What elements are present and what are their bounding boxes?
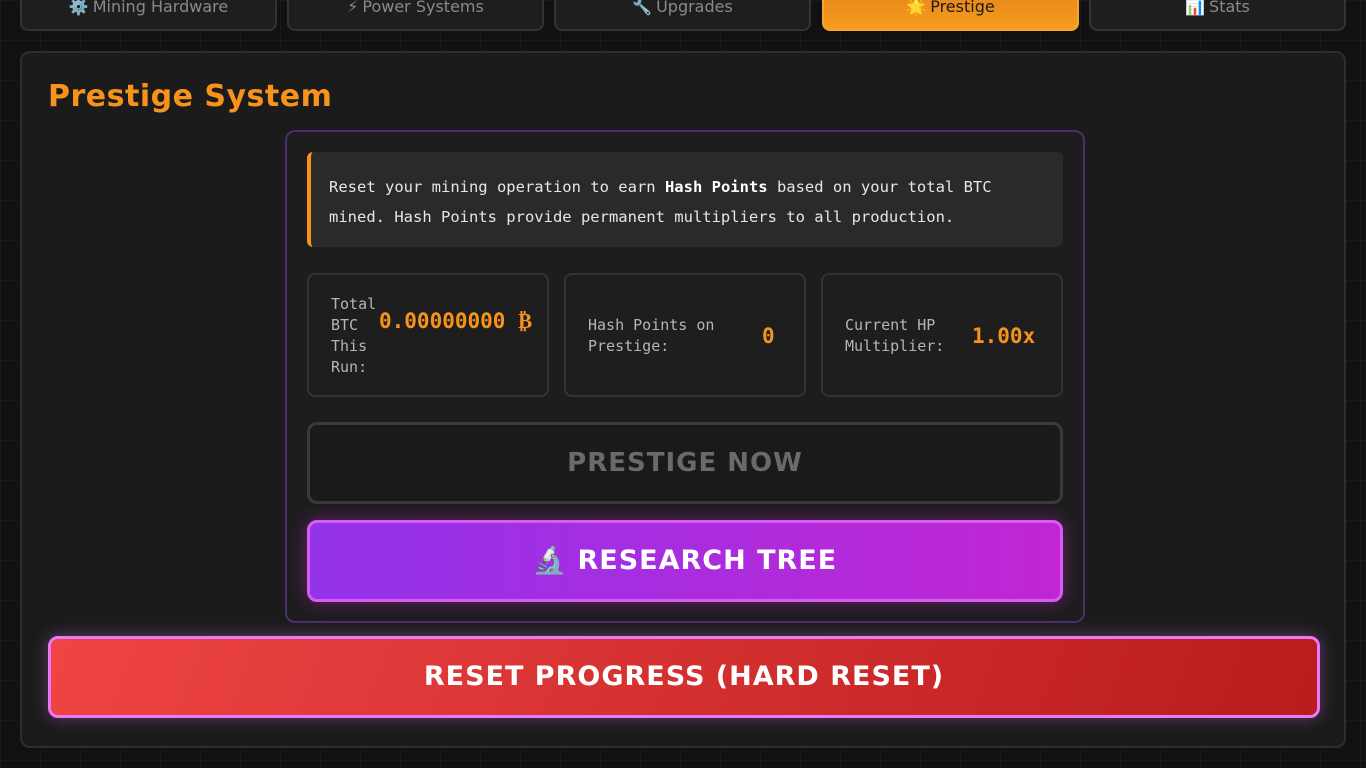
tab-label: Stats	[1209, 0, 1250, 16]
gear-icon: ⚙️	[68, 0, 89, 16]
prestige-box: Reset your mining operation to earn Hash…	[285, 130, 1085, 623]
stat-total-btc: Total BTC This Run: 0.00000000 ₿	[307, 273, 549, 397]
tab-upgrades[interactable]: 🔧 Upgrades	[554, 0, 811, 31]
stat-hash-points: Hash Points on Prestige: 0	[564, 273, 806, 397]
hard-reset-button[interactable]: RESET PROGRESS (HARD RESET)	[48, 636, 1320, 718]
stat-value: 0.00000000 ₿	[379, 309, 533, 333]
tab-label: Prestige	[930, 0, 995, 16]
research-tree-button[interactable]: 🔬 RESEARCH TREE	[307, 520, 1063, 602]
prestige-now-button[interactable]: PRESTIGE NOW	[307, 422, 1063, 504]
stat-value: 0	[762, 324, 775, 348]
page-title: Prestige System	[48, 79, 333, 114]
stat-label: Hash Points on Prestige:	[588, 316, 715, 355]
tab-label: Upgrades	[656, 0, 733, 16]
wrench-icon: 🔧	[632, 0, 653, 16]
tab-stats[interactable]: 📊 Stats	[1089, 0, 1346, 31]
stat-label: Current HP Multiplier:	[845, 316, 945, 355]
tab-bar: ⚙️ Mining Hardware ⚡ Power Systems 🔧 Upgrad…	[20, 0, 1346, 31]
microscope-icon: 🔬	[532, 545, 568, 576]
lightning-icon: ⚡	[347, 0, 359, 16]
stat-value: 1.00x	[972, 324, 1036, 348]
tab-power-systems[interactable]: ⚡ Power Systems	[287, 0, 544, 31]
tab-prestige[interactable]: 🌟 Prestige	[822, 0, 1079, 31]
stat-hp-multiplier: Current HP Multiplier: 1.00x	[821, 273, 1063, 397]
tab-label: Power Systems	[362, 0, 484, 16]
bar-chart-icon: 📊	[1185, 0, 1206, 16]
research-tree-label: RESEARCH TREE	[577, 545, 838, 576]
stat-label: Total BTC This Run:	[331, 295, 377, 376]
info-text-1: Reset your mining operation to earn	[329, 178, 665, 196]
tab-mining-hardware[interactable]: ⚙️ Mining Hardware	[20, 0, 277, 31]
info-highlight: Hash Points	[664, 178, 768, 196]
prestige-info: Reset your mining operation to earn Hash…	[307, 152, 1063, 247]
prestige-panel: Prestige System Reset your mining operat…	[20, 51, 1346, 748]
star-icon: 🌟	[906, 0, 927, 16]
tab-label: Mining Hardware	[92, 0, 229, 16]
